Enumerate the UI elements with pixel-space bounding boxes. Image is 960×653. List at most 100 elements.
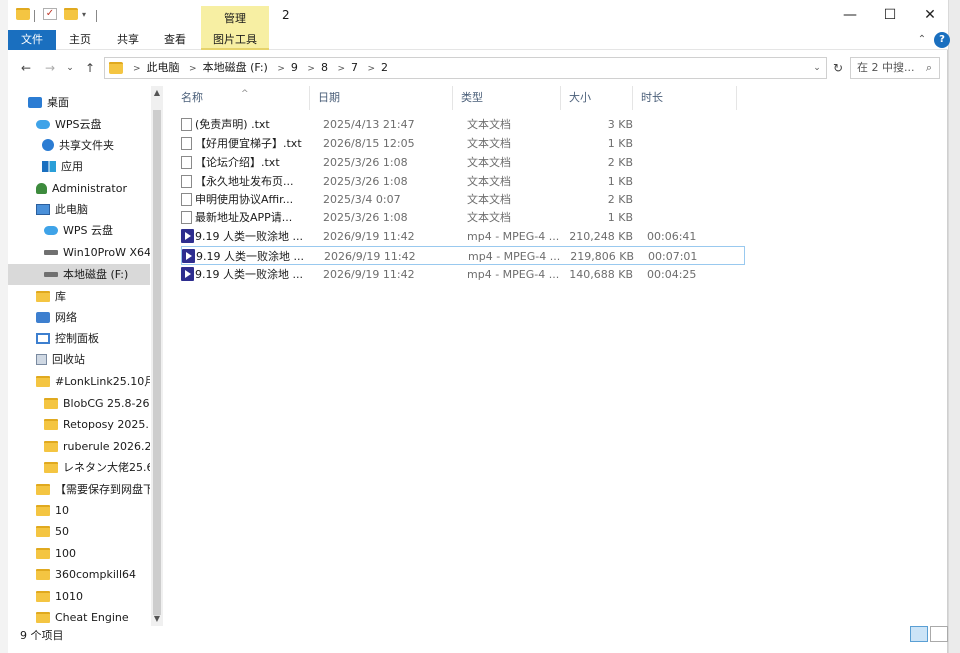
- forward-button[interactable]: →: [42, 60, 58, 76]
- sidebar-item-label: 共享文件夹: [59, 139, 114, 152]
- sidebar-item-apps[interactable]: 应用: [8, 156, 150, 177]
- sidebar-item-folder[interactable]: 【需要保存到网盘下: [8, 479, 150, 500]
- file-row[interactable]: 【论坛介绍】.txt 2025/3/26 1:08 文本文档 2 KB: [181, 153, 745, 172]
- sidebar-item-folder[interactable]: 10: [8, 500, 150, 521]
- computer-icon: [36, 203, 50, 215]
- large-icons-view-icon[interactable]: [930, 626, 948, 642]
- folder-icon: [109, 62, 123, 74]
- new-folder-icon[interactable]: [64, 8, 78, 20]
- sidebar-item-desktop[interactable]: 桌面: [8, 92, 150, 113]
- file-name: 最新地址及APP请...: [195, 211, 293, 224]
- file-list: 名称 ^ 日期 类型 大小 时长 (免责声明) .txt 2025/4/13 21…: [173, 86, 948, 626]
- sidebar-item-folder[interactable]: 50: [8, 521, 150, 542]
- refresh-button[interactable]: ↻: [830, 60, 846, 76]
- sidebar-item-folder[interactable]: 100: [8, 543, 150, 564]
- text-file-icon: [181, 193, 192, 206]
- sidebar-item-folder[interactable]: 1010: [8, 586, 150, 607]
- column-header-size[interactable]: 大小: [561, 86, 633, 110]
- column-header-date[interactable]: 日期: [310, 86, 453, 110]
- breadcrumb-folder-8[interactable]: 8: [321, 61, 328, 74]
- breadcrumb-folder-2[interactable]: 2: [381, 61, 388, 74]
- sidebar-item-label: 此电脑: [55, 203, 88, 216]
- manage-context-tab[interactable]: 管理: [201, 10, 269, 26]
- sidebar-item-folder[interactable]: レネタン大佬25.6: [8, 457, 150, 478]
- details-view-icon[interactable]: [910, 626, 928, 642]
- file-row[interactable]: 9.19 人类一败涂地 ... 2026/9/19 11:42 mp4 - MP…: [181, 265, 745, 284]
- address-bar[interactable]: > 此电脑 > 本地磁盘 (F:) >9 >8 >7 >2 ⌄: [104, 57, 827, 79]
- tab-picture-tools[interactable]: 图片工具: [201, 30, 269, 50]
- sidebar-item-label: 50: [55, 525, 69, 538]
- sidebar-scrollbar[interactable]: ▲ ▼: [151, 86, 163, 626]
- sidebar-item-network[interactable]: 网络: [8, 307, 150, 328]
- folder-icon: [36, 483, 50, 495]
- chevron-right-icon: >: [189, 64, 197, 74]
- minimize-button[interactable]: —: [828, 4, 872, 26]
- navigation-pane: 桌面 WPS云盘 共享文件夹 应用 Administrator 此电脑 WPS …: [8, 86, 163, 626]
- sidebar-item-label: WPS云盘: [55, 118, 102, 131]
- help-icon[interactable]: ?: [934, 32, 950, 48]
- scrollbar-thumb[interactable]: [153, 110, 161, 615]
- file-row[interactable]: 9.19 人类一败涂地 ... 2026/9/19 11:42 mp4 - MP…: [181, 246, 745, 265]
- sidebar-item-recycle-bin[interactable]: 回收站: [8, 349, 150, 370]
- breadcrumb-folder-7[interactable]: 7: [351, 61, 358, 74]
- file-size: 140,688 KB: [569, 268, 633, 281]
- file-type: 文本文档: [467, 211, 511, 224]
- background-strip-left: [0, 0, 8, 653]
- scroll-down-icon[interactable]: ▼: [151, 612, 163, 626]
- folder-icon: [36, 375, 50, 387]
- file-row[interactable]: (免责声明) .txt 2025/4/13 21:47 文本文档 3 KB: [181, 115, 745, 134]
- sidebar-item-folder[interactable]: #LonkLink25.10月: [8, 371, 150, 392]
- text-file-icon: [181, 137, 192, 150]
- file-name: 【好用便宜梯子】.txt: [195, 137, 302, 150]
- sidebar-item-label: WPS 云盘: [63, 224, 113, 237]
- sidebar-item-folder[interactable]: BlobCG 25.8-26.7: [8, 393, 150, 414]
- sidebar-item-label: 360compkill64: [55, 568, 137, 581]
- breadcrumb-drive-f[interactable]: 本地磁盘 (F:): [203, 61, 268, 74]
- sidebar-item-folder[interactable]: ruberule 2026.2.1: [8, 436, 150, 457]
- sidebar-item-folder[interactable]: Retoposy 2025.1: [8, 414, 150, 435]
- column-header-duration[interactable]: 时长: [633, 86, 737, 110]
- sidebar-item-local-disk-f[interactable]: 本地磁盘 (F:): [8, 264, 150, 285]
- column-header-name[interactable]: 名称 ^: [173, 86, 310, 110]
- sidebar-item-control-panel[interactable]: 控制面板: [8, 328, 150, 349]
- file-row[interactable]: 申明使用协议Affir... 2025/3/4 0:07 文本文档 2 KB: [181, 190, 745, 209]
- file-row[interactable]: 【永久地址发布页... 2025/3/26 1:08 文本文档 1 KB: [181, 172, 745, 191]
- search-input[interactable]: 在 2 中搜... ⌕: [850, 57, 940, 79]
- customize-quick-access-icon[interactable]: ▾: [82, 10, 86, 19]
- up-button[interactable]: ↑: [82, 60, 98, 76]
- recent-locations-button[interactable]: ⌄: [62, 60, 78, 76]
- file-row[interactable]: 【好用便宜梯子】.txt 2026/8/15 12:05 文本文档 1 KB: [181, 134, 745, 153]
- file-row[interactable]: 最新地址及APP请... 2025/3/26 1:08 文本文档 1 KB: [181, 208, 745, 227]
- file-row[interactable]: 9.19 人类一败涂地 ... 2026/9/19 11:42 mp4 - MP…: [181, 227, 745, 246]
- sidebar-item-folder[interactable]: 360compkill64: [8, 564, 150, 585]
- sidebar-item-win10-drive[interactable]: Win10ProW X64: [8, 242, 150, 263]
- sidebar-item-libraries[interactable]: 库: [8, 286, 150, 307]
- properties-icon[interactable]: ✓: [43, 8, 57, 20]
- sidebar-item-wps-cloud[interactable]: WPS云盘: [8, 114, 150, 135]
- folder-icon: [36, 525, 50, 537]
- collapse-ribbon-icon[interactable]: ⌃: [914, 32, 930, 48]
- file-size: 1 KB: [607, 211, 633, 224]
- sidebar-item-wps-cloud-drive[interactable]: WPS 云盘: [8, 220, 150, 241]
- address-dropdown-icon[interactable]: ⌄: [810, 60, 824, 76]
- sidebar-item-folder[interactable]: Cheat Engine: [8, 607, 150, 626]
- network-icon: [36, 311, 50, 323]
- sidebar-item-label: 1010: [55, 590, 83, 603]
- breadcrumb-folder-9[interactable]: 9: [291, 61, 298, 74]
- tab-file[interactable]: 文件: [8, 30, 56, 50]
- scroll-up-icon[interactable]: ▲: [151, 86, 163, 100]
- file-date: 2026/9/19 11:42: [323, 230, 415, 243]
- back-button[interactable]: ←: [18, 60, 34, 76]
- breadcrumb-this-pc[interactable]: 此电脑: [147, 61, 180, 74]
- tab-home[interactable]: 主页: [60, 30, 100, 50]
- file-size: 1 KB: [607, 175, 633, 188]
- sidebar-item-this-pc[interactable]: 此电脑: [8, 199, 150, 220]
- tab-view[interactable]: 查看: [155, 30, 195, 50]
- sidebar-item-shared-folder[interactable]: 共享文件夹: [8, 135, 150, 156]
- column-header-type[interactable]: 类型: [453, 86, 561, 110]
- tab-share[interactable]: 共享: [106, 30, 150, 50]
- maximize-button[interactable]: ☐: [868, 4, 912, 26]
- sidebar-item-administrator[interactable]: Administrator: [8, 178, 150, 199]
- sidebar-item-label: 库: [55, 290, 66, 303]
- close-button[interactable]: ✕: [908, 4, 952, 26]
